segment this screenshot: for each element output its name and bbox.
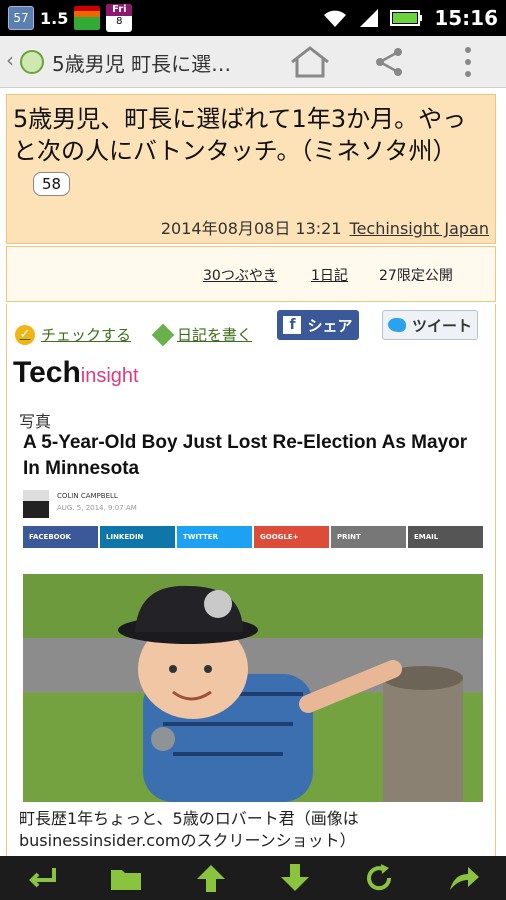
share-facebook-label: FACEBOOK — [29, 533, 71, 541]
share-print-button[interactable]: PRINT — [331, 526, 406, 548]
share-email-button[interactable]: EMAIL — [408, 526, 483, 548]
private-count: 27限定公開 — [379, 268, 453, 284]
facebook-share-label: シェア — [307, 316, 353, 335]
share-google-label: GOOGLE+ — [260, 533, 299, 541]
share-twitter-button[interactable]: TWITTER — [177, 526, 252, 548]
headline-text: 5歳男児、町長に選ばれて1年3か月。やっと次の人にバトンタッチ。（ミネソタ州） — [13, 105, 467, 165]
publish-datetime: 2014年08月08日 13:21 — [160, 219, 342, 238]
source-link[interactable]: Techinsight Japan — [350, 219, 489, 238]
photo-label: 写真 — [19, 412, 52, 431]
share-linkedin-button[interactable]: LINKEDIN — [100, 526, 175, 548]
share-bar: FACEBOOK LINKEDIN TWITTER GOOGLE+ PRINT … — [23, 526, 483, 548]
battery-icon — [390, 10, 423, 26]
author-avatar — [23, 490, 49, 518]
author-name: COLIN CAMPBELL — [57, 492, 118, 500]
byline: 2014年08月08日 13:21 Techinsight Japan — [161, 215, 489, 239]
article-photo — [23, 574, 483, 802]
calendar-icon: Fri 8 — [106, 4, 133, 32]
status-version: 1.5 — [40, 8, 69, 28]
home-icon[interactable] — [288, 44, 332, 80]
page-title: 5歳男児 町長に選… — [52, 52, 232, 76]
logo-main: Tech — [13, 356, 81, 389]
arrow-down-icon[interactable] — [277, 862, 313, 894]
article-title: A 5-Year-Old Boy Just Lost Re-Election A… — [23, 432, 468, 479]
overflow-menu-icon[interactable] — [458, 44, 478, 80]
share-print-label: PRINT — [337, 533, 361, 541]
pencil-icon — [151, 323, 175, 346]
twitter-bird-icon — [387, 318, 406, 332]
stats-row: 30つぶやき 1日記 27限定公開 — [6, 246, 496, 302]
facebook-icon: f — [283, 316, 302, 334]
back-chevron-icon[interactable]: ‹ — [6, 48, 14, 72]
check-icon: ✓ — [15, 324, 35, 345]
status-time: 15:16 — [434, 6, 498, 30]
refresh-icon[interactable] — [361, 862, 397, 894]
notification-count: 57 — [13, 11, 29, 25]
tweet-button[interactable]: ツイート — [382, 310, 478, 340]
meter-icon — [74, 6, 101, 30]
calendar-date: 8 — [116, 16, 123, 27]
calendar-day: Fri — [106, 4, 133, 16]
boy-photo-illustration — [118, 585, 463, 802]
tweets-link[interactable]: 30つぶやき — [203, 265, 277, 285]
article-body: ✓ チェックする 日記を書く f シェア ツイート Techinsight 写真… — [6, 304, 496, 856]
share-linkedin-label: LINKEDIN — [106, 533, 144, 541]
notification-icon: 57 — [8, 6, 34, 30]
tweet-label: ツイート — [411, 316, 472, 335]
article-meta: AUG. 5, 2014, 9:07 AM — [57, 504, 137, 512]
share-email-label: EMAIL — [414, 533, 439, 541]
wifi-icon — [324, 10, 347, 27]
logo-sub: insight — [80, 365, 139, 387]
write-diary-label: 日記を書く — [177, 326, 253, 344]
share-twitter-label: TWITTER — [183, 533, 218, 541]
return-icon[interactable] — [24, 862, 60, 894]
comment-count-badge[interactable]: 58 — [33, 172, 71, 196]
share-facebook-button[interactable]: FACEBOOK — [23, 526, 98, 548]
check-label: チェックする — [41, 326, 132, 344]
folder-icon[interactable] — [108, 862, 144, 894]
article-header: 5歳男児、町長に選ばれて1年3か月。やっと次の人にバトンタッチ。（ミネソタ州） 5… — [6, 94, 496, 244]
facebook-share-button[interactable]: f シェア — [277, 310, 359, 340]
check-link[interactable]: ✓ チェックする — [15, 324, 131, 345]
diary-link[interactable]: 1日記 — [311, 265, 348, 285]
arrow-up-icon[interactable] — [193, 862, 229, 894]
photo-caption: 町長歴1年ちょっと、5歳のロバート君（画像はbusinessinsider.co… — [19, 809, 359, 850]
bottom-toolbar — [0, 856, 506, 900]
app-logo-icon — [20, 50, 44, 74]
share-icon[interactable] — [372, 46, 406, 78]
forward-share-icon[interactable] — [446, 862, 482, 894]
share-google-button[interactable]: GOOGLE+ — [254, 526, 329, 548]
status-bar: 57 1.5 Fri 8 15:16 — [0, 0, 506, 36]
techinsight-logo: Techinsight — [13, 356, 139, 390]
write-diary-link[interactable]: 日記を書く — [151, 323, 253, 346]
signal-icon — [360, 9, 379, 27]
action-bar: ‹ 5歳男児 町長に選… — [0, 36, 506, 88]
headline: 5歳男児、町長に選ばれて1年3か月。やっと次の人にバトンタッチ。（ミネソタ州） 5… — [13, 103, 489, 199]
